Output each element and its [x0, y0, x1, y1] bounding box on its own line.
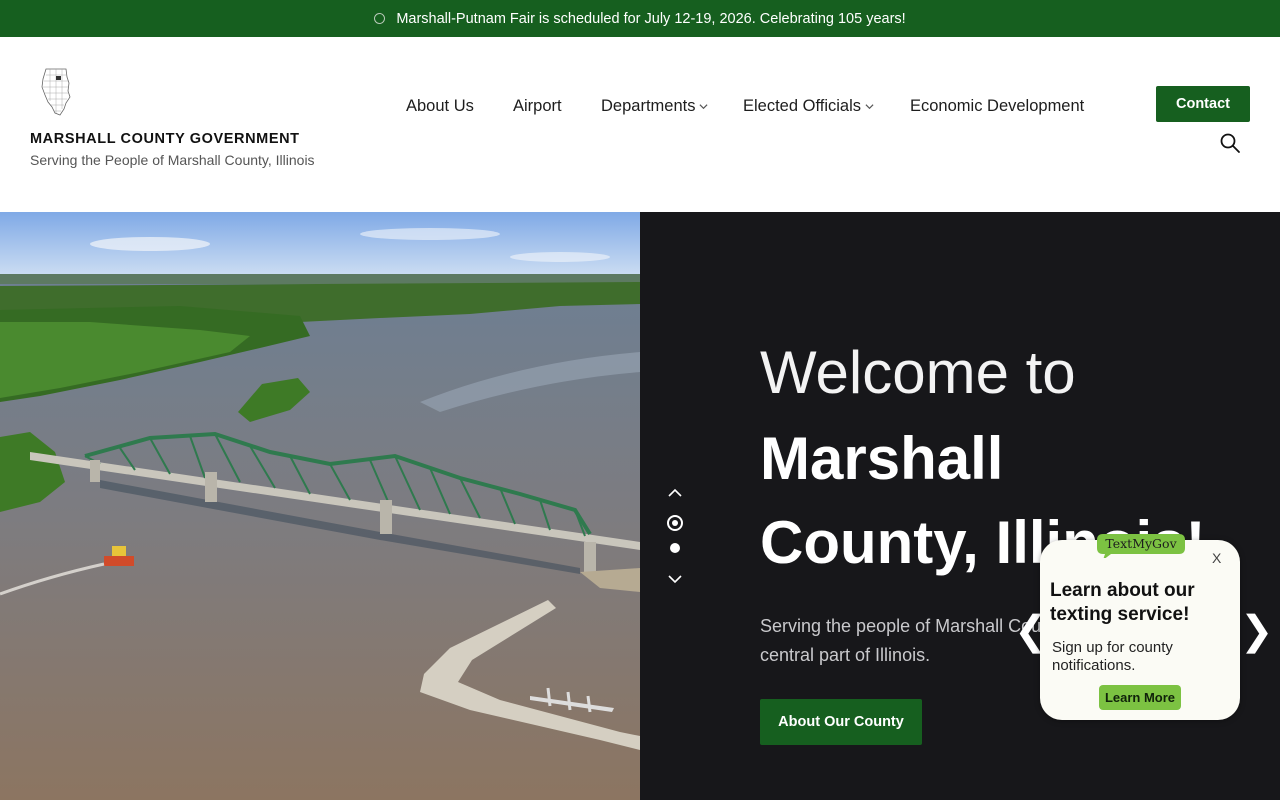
textmygov-title: Learn about our texting service! — [1050, 580, 1195, 625]
slide-dot-1-active[interactable] — [667, 515, 683, 531]
contact-button[interactable]: Contact — [1156, 86, 1250, 122]
nav-label: Elected Officials — [743, 97, 861, 115]
org-name[interactable]: MARSHALL COUNTY GOVERNMENT — [30, 131, 300, 147]
circle-outline-icon — [374, 13, 386, 24]
org-tagline: Serving the People of Marshall County, I… — [30, 152, 315, 168]
learn-more-button[interactable]: Learn More — [1099, 685, 1181, 710]
search-icon[interactable] — [1219, 132, 1241, 154]
chevron-up-icon[interactable] — [665, 483, 685, 503]
chevron-down-icon — [865, 104, 874, 110]
nav-economic-development[interactable]: Economic Development — [910, 97, 1084, 116]
illinois-county-map-icon[interactable] — [40, 67, 72, 117]
nav-airport[interactable]: Airport — [513, 97, 562, 116]
hero-heading-line2: Marshall — [760, 425, 1004, 492]
nav-label: Economic Development — [910, 97, 1085, 115]
announcement-bar: Marshall-Putnam Fair is scheduled for Ju… — [0, 0, 1280, 37]
nav-label: About Us — [406, 97, 474, 115]
textmygov-popup: TextMyGov X Learn about our texting serv… — [1040, 534, 1240, 720]
close-icon[interactable]: X — [1212, 550, 1221, 566]
about-our-county-button[interactable]: About Our County — [760, 699, 922, 745]
nav-elected-officials[interactable]: Elected Officials — [743, 97, 874, 116]
aerial-river-bridge-photo — [0, 212, 640, 800]
nav-label: Airport — [513, 97, 562, 115]
announcement-text[interactable]: Marshall-Putnam Fair is scheduled for Ju… — [396, 11, 905, 27]
carousel-next-arrow[interactable]: ❯ — [1240, 609, 1274, 653]
chevron-down-icon — [699, 104, 708, 110]
site-header: MARSHALL COUNTY GOVERNMENT Serving the P… — [0, 37, 1280, 212]
nav-departments[interactable]: Departments — [601, 97, 708, 116]
textmygov-badge: TextMyGov — [1105, 536, 1177, 551]
nav-label: Departments — [601, 97, 696, 115]
slide-dot-2[interactable] — [670, 543, 680, 553]
hero-heading-line1: Welcome to — [760, 339, 1076, 406]
nav-about-us[interactable]: About Us — [406, 97, 474, 116]
textmygov-body: Sign up for county notifications. — [1052, 639, 1173, 674]
chevron-down-icon[interactable] — [665, 569, 685, 589]
